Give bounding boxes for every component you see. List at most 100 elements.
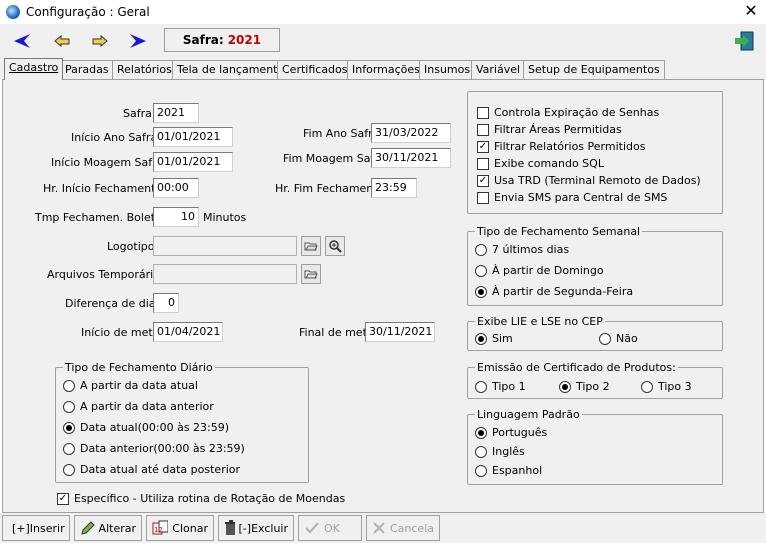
close-icon[interactable]: ✕ xyxy=(742,2,760,20)
trash-icon xyxy=(225,520,235,535)
fech-diario-option-0[interactable]: A partir da data atual xyxy=(63,379,198,392)
fech-semanal-option-2[interactable]: À partir de Segunda-Feira xyxy=(475,285,633,298)
toolbar: Safra: 2021 xyxy=(0,24,766,60)
option-label: Português xyxy=(492,426,548,439)
inicio-meta-input[interactable]: 01/04/2021 xyxy=(153,322,223,342)
radio-button[interactable] xyxy=(475,426,487,439)
safra-display: Safra: 2021 xyxy=(164,28,280,52)
cancela-button[interactable]: Cancela xyxy=(366,515,440,541)
tab-certificados[interactable]: Certificados xyxy=(277,60,353,79)
tab-relatorios[interactable]: Relatórios xyxy=(112,60,177,79)
linguagem-option-espanhol[interactable]: Espanhol xyxy=(475,464,542,477)
radio-button[interactable] xyxy=(475,285,487,298)
logotipo-input[interactable] xyxy=(153,236,297,256)
inserir-button[interactable]: [+]Inserir xyxy=(2,515,70,541)
hr-inicio-input[interactable]: 00:00 xyxy=(153,178,199,198)
check-relatorios-permitidos[interactable]: ✓ Filtrar Relatórios Permitidos xyxy=(477,140,645,153)
check-usa-trd[interactable]: ✓ Usa TRD (Terminal Remoto de Dados) xyxy=(477,174,701,187)
excluir-button[interactable]: [-]Excluir xyxy=(218,515,294,541)
safra-input[interactable]: 2021 xyxy=(153,103,199,123)
action-bar: [+]Inserir Alterar 12 Clonar [-]Excluir … xyxy=(0,513,766,543)
check-envia-sms[interactable]: Envia SMS para Central de SMS xyxy=(477,191,667,204)
svg-text:12: 12 xyxy=(154,526,163,534)
fech-diario-option-2[interactable]: Data atual(00:00 às 23:59) xyxy=(63,421,229,434)
certificado-title: Emissão de Certificado de Produtos: xyxy=(475,361,678,374)
arquivos-input[interactable] xyxy=(153,264,297,284)
tab-variavel[interactable]: Variável xyxy=(471,60,526,79)
inserir-label: [+]Inserir xyxy=(12,521,65,535)
fech-semanal-option-0[interactable]: 7 últimos dias xyxy=(475,243,569,256)
hr-fim-label: Hr. Fim Fechamento xyxy=(275,182,385,195)
especifico-checkbox[interactable]: ✓ Específico - Utiliza rotina de Rotação … xyxy=(57,492,345,505)
first-record-icon[interactable] xyxy=(8,28,36,54)
radio-button[interactable] xyxy=(63,463,75,476)
certificado-option-tipo3[interactable]: Tipo 3 xyxy=(641,380,692,393)
checkbox[interactable] xyxy=(477,106,489,119)
checkbox[interactable] xyxy=(477,191,489,204)
radio-button[interactable] xyxy=(475,264,487,277)
radio-button[interactable] xyxy=(475,445,487,458)
inicio-ano-input[interactable]: 01/01/2021 xyxy=(153,127,233,147)
checkbox[interactable]: ✓ xyxy=(57,492,69,505)
clonar-label: Clonar xyxy=(172,521,208,535)
fim-ano-input[interactable]: 31/03/2022 xyxy=(371,123,451,143)
radio-button[interactable] xyxy=(559,380,571,393)
next-record-icon[interactable] xyxy=(86,28,114,54)
lie-lse-option-sim[interactable]: Sim xyxy=(475,332,513,345)
inicio-moagem-input[interactable]: 01/01/2021 xyxy=(153,152,233,172)
linguagem-option-ingles[interactable]: Inglês xyxy=(475,445,525,458)
radio-button[interactable] xyxy=(475,464,487,477)
browse-logotipo-button[interactable] xyxy=(301,236,321,256)
fech-diario-option-3[interactable]: Data anterior(00:00 às 23:59) xyxy=(63,442,245,455)
radio-button[interactable] xyxy=(475,332,487,345)
radio-button[interactable] xyxy=(475,243,487,256)
linguagem-option-portugues[interactable]: Português xyxy=(475,426,547,439)
diferenca-label: Diferença de dias xyxy=(65,297,162,310)
certificado-option-tipo1[interactable]: Tipo 1 xyxy=(475,380,526,393)
tab-cadastro[interactable]: Cadastro xyxy=(4,58,64,80)
final-meta-input[interactable]: 30/11/2021 xyxy=(365,322,435,342)
certificado-option-tipo2[interactable]: Tipo 2 xyxy=(559,380,610,393)
fim-moagem-input[interactable]: 30/11/2021 xyxy=(371,148,451,168)
exit-icon[interactable] xyxy=(730,28,758,54)
fech-semanal-option-1[interactable]: À partir de Domingo xyxy=(475,264,604,277)
browse-arquivos-button[interactable] xyxy=(301,264,321,284)
tab-tela-lancamento[interactable]: Tela de lançamento xyxy=(172,60,290,79)
previous-record-icon[interactable] xyxy=(48,28,76,54)
diferenca-input[interactable]: 0 xyxy=(153,293,179,313)
hr-fim-input[interactable]: 23:59 xyxy=(371,178,417,198)
fech-diario-option-1[interactable]: A partir da data anterior xyxy=(63,400,214,413)
clonar-button[interactable]: 12 Clonar xyxy=(146,515,214,541)
option-label: Inglês xyxy=(492,445,525,458)
checkbox-label: Usa TRD (Terminal Remoto de Dados) xyxy=(494,174,701,187)
tab-setup-equipamentos[interactable]: Setup de Equipamentos xyxy=(523,60,665,79)
checkbox[interactable] xyxy=(477,157,489,170)
tab-informacoes[interactable]: Informações xyxy=(347,60,425,79)
tab-insumos[interactable]: Insumos xyxy=(419,60,476,79)
last-record-icon[interactable] xyxy=(124,28,152,54)
alterar-button[interactable]: Alterar xyxy=(74,515,142,541)
window-title: Configuração : Geral xyxy=(26,5,150,19)
lie-lse-title: Exibe LIE e LSE no CEP xyxy=(475,315,605,328)
radio-button[interactable] xyxy=(63,400,75,413)
checkbox-label: Específico - Utiliza rotina de Rotação d… xyxy=(74,492,346,505)
radio-button[interactable] xyxy=(599,332,611,345)
checkbox[interactable] xyxy=(477,123,489,136)
tmp-fechamento-input[interactable]: 10 xyxy=(153,207,199,227)
fech-diario-option-4[interactable]: Data atual até data posterior xyxy=(63,463,240,476)
lie-lse-option-nao[interactable]: Não xyxy=(599,332,638,345)
check-expiracao-senhas[interactable]: Controla Expiração de Senhas xyxy=(477,106,659,119)
radio-button[interactable] xyxy=(63,442,75,455)
checkbox[interactable]: ✓ xyxy=(477,140,489,153)
radio-button[interactable] xyxy=(63,421,75,434)
radio-button[interactable] xyxy=(475,380,487,393)
tab-paradas[interactable]: Paradas xyxy=(60,60,114,79)
zoom-logotipo-button[interactable] xyxy=(325,236,345,256)
arquivos-label: Arquivos Temporários xyxy=(47,268,166,281)
check-areas-permitidas[interactable]: Filtrar Áreas Permitidas xyxy=(477,123,622,136)
ok-button[interactable]: OK xyxy=(298,515,362,541)
radio-button[interactable] xyxy=(641,380,653,393)
checkbox[interactable]: ✓ xyxy=(477,174,489,187)
check-comando-sql[interactable]: Exibe comando SQL xyxy=(477,157,604,170)
radio-button[interactable] xyxy=(63,379,75,392)
